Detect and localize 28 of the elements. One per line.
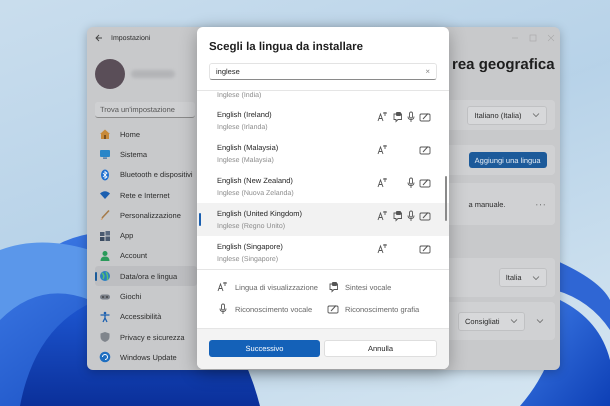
avatar	[95, 59, 125, 89]
display-language-icon	[217, 281, 229, 293]
home-icon	[99, 128, 111, 140]
chevron-down-icon	[510, 317, 518, 325]
clear-icon[interactable]: ×	[425, 67, 430, 76]
refresh-icon	[99, 351, 111, 364]
bluetooth-icon	[99, 168, 111, 181]
more-options-button[interactable]: ···	[536, 200, 547, 208]
close-icon[interactable]	[546, 34, 555, 42]
chevron-down-icon	[532, 111, 540, 119]
accessibility-icon	[99, 310, 111, 323]
chevron-down-icon	[532, 274, 540, 282]
brush-icon	[99, 209, 111, 222]
wifi-icon	[99, 189, 111, 202]
apps-icon	[99, 230, 111, 242]
handwriting-icon	[327, 303, 339, 315]
person-icon	[99, 250, 111, 262]
monitor-icon	[99, 148, 111, 160]
maximize-icon[interactable]	[528, 34, 537, 42]
scrollbar-thumb[interactable]	[445, 176, 447, 221]
globe-icon	[99, 270, 111, 282]
shield-icon	[99, 331, 111, 344]
chevron-down-icon[interactable]	[536, 317, 544, 325]
speech-bubble-icon	[327, 281, 339, 293]
dialog-title: Scegli la lingua da installare	[209, 40, 364, 54]
microphone-icon	[217, 303, 229, 315]
back-arrow-icon[interactable]	[95, 34, 103, 42]
page-title: rea geografica	[452, 55, 555, 75]
